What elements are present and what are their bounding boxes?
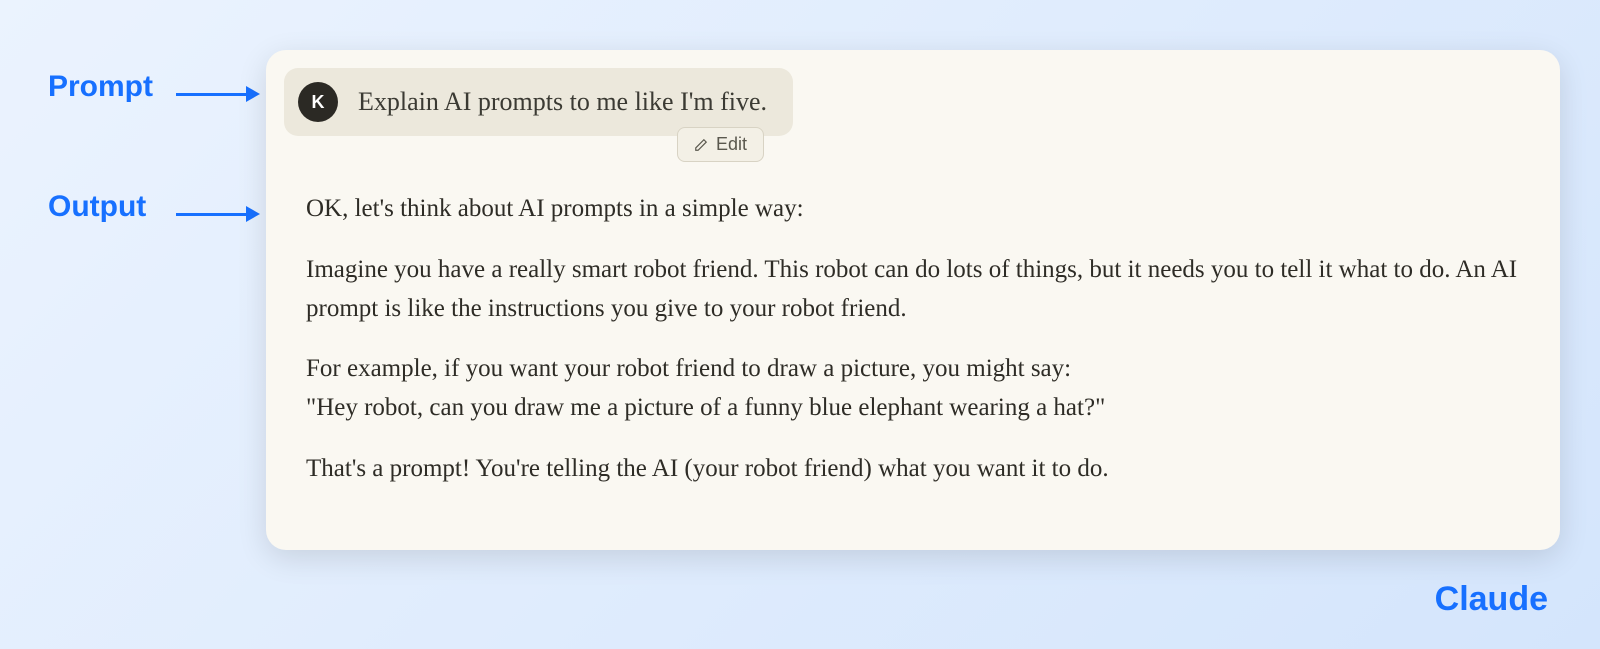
pencil-icon bbox=[694, 138, 708, 152]
output-paragraph: That's a prompt! You're telling the AI (… bbox=[306, 450, 1520, 489]
edit-button-label: Edit bbox=[716, 134, 747, 155]
output-paragraph: Imagine you have a really smart robot fr… bbox=[306, 251, 1520, 329]
output-paragraph: OK, let's think about AI prompts in a si… bbox=[306, 190, 1520, 229]
user-prompt-bubble: K Explain AI prompts to me like I'm five… bbox=[284, 68, 793, 136]
user-prompt-text: Explain AI prompts to me like I'm five. bbox=[358, 87, 767, 117]
brand-label: Claude bbox=[1435, 580, 1548, 619]
output-paragraph: For example, if you want your robot frie… bbox=[306, 350, 1520, 428]
arrow-icon bbox=[176, 86, 260, 102]
annotation-label-output: Output bbox=[48, 190, 146, 224]
edit-button[interactable]: Edit bbox=[677, 127, 764, 162]
arrow-icon bbox=[176, 206, 260, 222]
chat-card: K Explain AI prompts to me like I'm five… bbox=[266, 50, 1560, 550]
assistant-output: OK, let's think about AI prompts in a si… bbox=[306, 190, 1520, 530]
user-avatar: K bbox=[298, 82, 338, 122]
annotation-label-prompt: Prompt bbox=[48, 70, 153, 104]
